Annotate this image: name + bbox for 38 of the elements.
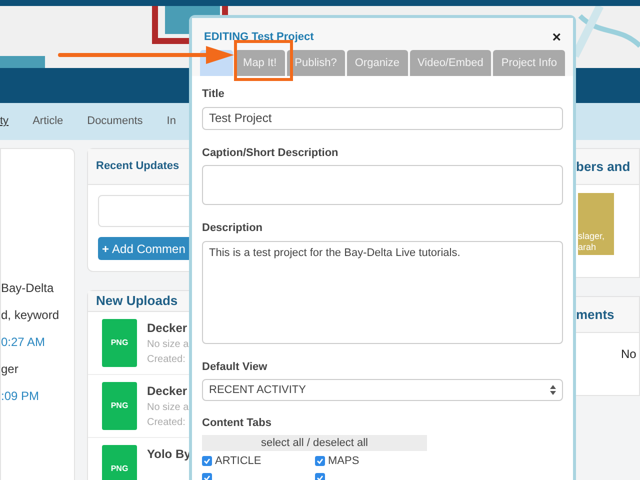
field-label: Title xyxy=(202,87,226,102)
nav-link[interactable]: In xyxy=(166,113,176,130)
default-view-select[interactable]: RECENT ACTIVITY xyxy=(202,379,563,401)
field-label: Description xyxy=(202,221,264,236)
option-label: ARTICLE xyxy=(215,454,262,469)
card-title: ments xyxy=(576,306,614,324)
timestamp-link[interactable]: 0:27 AM xyxy=(1,333,74,350)
select-all-toggle[interactable]: select all / deselect all xyxy=(202,434,427,450)
card-title: New Uploads xyxy=(96,292,178,310)
dialog-title: EDITING Test Project xyxy=(204,30,314,45)
field-label: Default View xyxy=(202,360,268,374)
photo-caption: slager, xyxy=(578,231,606,242)
nav-link[interactable]: ty xyxy=(0,113,9,130)
info-text: d, keyword xyxy=(1,307,60,323)
info-text: Bay-Delta xyxy=(1,280,55,296)
file-name[interactable]: Decker xyxy=(147,318,189,336)
file-name[interactable]: Decker xyxy=(147,382,189,400)
field-label: Content Tabs xyxy=(202,416,272,431)
nav-link[interactable]: Documents xyxy=(87,113,143,130)
field-label: Caption/Short Description xyxy=(202,146,340,160)
file-size: No size a xyxy=(147,400,189,414)
title-input[interactable]: Test Project xyxy=(202,106,563,130)
option-label: MAPS xyxy=(328,454,360,469)
png-file-icon: PNG xyxy=(102,382,137,430)
card-title: bers and xyxy=(576,158,630,176)
empty-message: No xyxy=(621,346,638,363)
timestamp-link[interactable]: :09 PM xyxy=(1,387,74,404)
file-created: Created: xyxy=(147,352,186,366)
file-size: No size a xyxy=(147,338,189,352)
file-created: Created: xyxy=(147,416,186,430)
close-button[interactable]: × xyxy=(552,30,561,44)
png-file-icon: PNG xyxy=(102,318,137,366)
description-textarea[interactable]: This is a test project for the Bay-Delta Live tutorials. xyxy=(202,240,563,344)
card-title: Recent Updates xyxy=(96,159,180,174)
nav-link[interactable]: Article xyxy=(32,113,64,130)
photo-caption: arah xyxy=(578,242,598,253)
info-text: ger xyxy=(1,361,20,377)
png-file-icon: PNG xyxy=(102,444,137,480)
